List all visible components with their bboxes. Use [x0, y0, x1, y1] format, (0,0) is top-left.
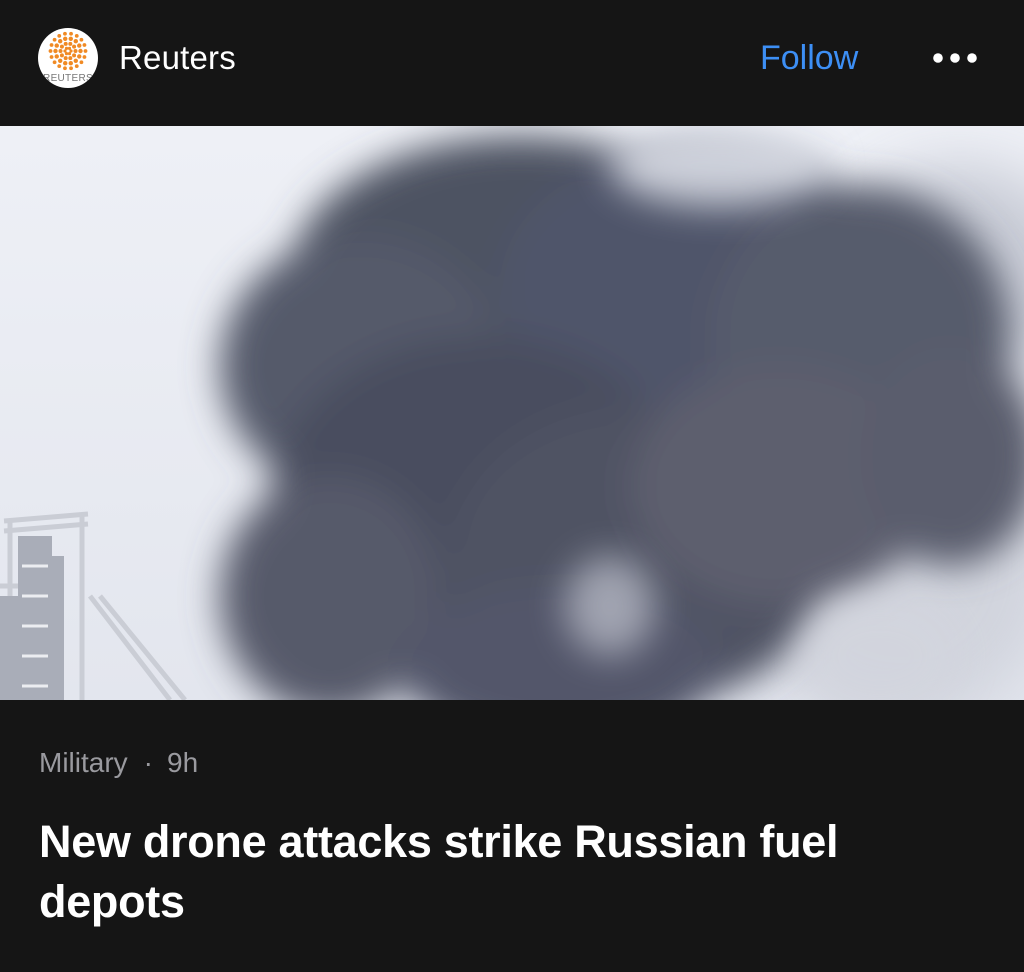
- smoke-plume-image: [0, 126, 1024, 700]
- logo-dot: [74, 33, 79, 38]
- logo-dot: [72, 53, 77, 58]
- logo-dot: [63, 56, 68, 61]
- logo-dot: [67, 46, 72, 50]
- logo-dot: [68, 36, 73, 42]
- logo-dot: [68, 60, 73, 66]
- logo-dot: [49, 43, 54, 47]
- article-headline[interactable]: New drone attacks strike Russian fuel de…: [39, 812, 979, 932]
- logo-dot: [63, 41, 68, 46]
- logo-dot: [82, 55, 87, 59]
- logo-dot: [58, 49, 63, 53]
- logo-dot: [79, 37, 84, 42]
- logo-wordmark: REUTERS: [43, 73, 93, 84]
- logo-dot: [53, 48, 58, 54]
- logo-dot: [58, 39, 63, 44]
- card-header: REUTERS Reuters Follow: [0, 0, 1024, 126]
- logo-dot: [63, 66, 67, 71]
- logo-dot: [68, 41, 73, 46]
- hero-image[interactable]: [0, 126, 1024, 700]
- article-meta: Military · 9h: [39, 745, 198, 781]
- logo-dot: [48, 49, 53, 53]
- logo-dot: [79, 60, 84, 65]
- more-options-button[interactable]: [926, 40, 984, 76]
- ellipsis-icon: [926, 40, 984, 76]
- logo-dot: [59, 44, 64, 49]
- meta-separator: ·: [143, 747, 153, 778]
- logo-dot: [77, 43, 82, 48]
- logo-dot: [54, 43, 59, 48]
- reuters-logo[interactable]: REUTERS: [38, 28, 98, 88]
- logo-dot: [49, 55, 54, 59]
- category-label[interactable]: Military: [39, 747, 128, 778]
- logo-dot: [58, 58, 63, 63]
- logo-dot: [82, 43, 87, 47]
- logo-dot: [69, 66, 73, 71]
- publisher-name[interactable]: Reuters: [119, 38, 236, 78]
- logo-dot: [64, 46, 69, 50]
- logo-dot: [73, 58, 78, 63]
- logo-dot: [83, 49, 88, 53]
- logo-dot: [73, 39, 78, 44]
- logo-dot: [63, 31, 67, 36]
- logo-dot: [77, 54, 82, 59]
- logo-dot: [57, 33, 62, 38]
- follow-button[interactable]: Follow: [760, 36, 858, 80]
- logo-dot: [63, 36, 68, 42]
- logo-dot: [69, 31, 73, 36]
- logo-dot: [52, 60, 57, 65]
- logo-dot: [72, 44, 77, 49]
- logo-dot: [78, 48, 83, 54]
- logo-dot: [67, 52, 72, 56]
- logo-dot: [63, 60, 68, 66]
- logo-dot: [52, 37, 57, 42]
- logo-dot: [68, 56, 73, 61]
- logo-dot: [54, 54, 59, 59]
- logo-dot: [57, 64, 62, 69]
- news-card[interactable]: REUTERS Reuters Follow Military · 9h New…: [0, 0, 1024, 972]
- logo-dot: [74, 64, 79, 69]
- article-age: 9h: [167, 747, 199, 778]
- logo-dot: [73, 49, 78, 53]
- logo-dot: [59, 53, 64, 58]
